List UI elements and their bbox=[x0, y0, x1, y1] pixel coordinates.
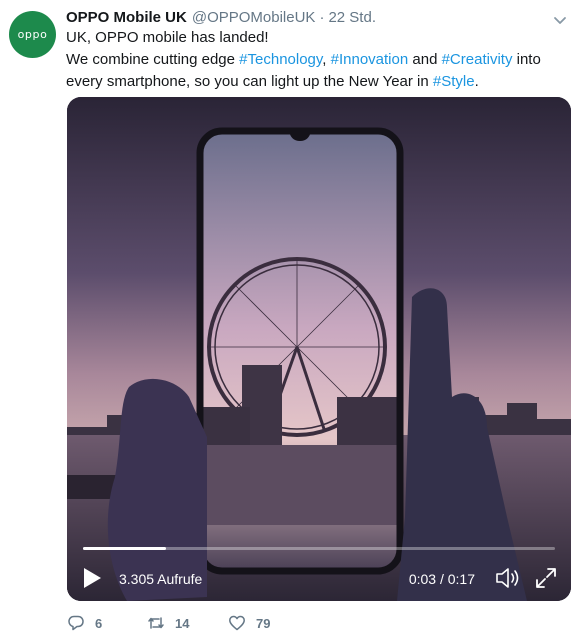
hashtag-innovation[interactable]: #Innovation bbox=[331, 51, 409, 68]
heart-icon bbox=[229, 615, 245, 631]
retweet-button[interactable]: 14 bbox=[147, 614, 189, 632]
retweet-count: 14 bbox=[175, 615, 190, 631]
progress-fill bbox=[83, 547, 166, 550]
hashtag-creativity[interactable]: #Creativity bbox=[442, 51, 513, 68]
text-fragment: and bbox=[408, 51, 442, 68]
video-player[interactable]: 3.305 Aufrufe 0:03 / 0:17 bbox=[67, 97, 571, 601]
hashtag-technology[interactable]: #Technology bbox=[239, 51, 322, 68]
text-fragment: We combine cutting edge bbox=[66, 51, 240, 68]
tweet-time[interactable]: 22 Std. bbox=[328, 9, 376, 26]
avatar[interactable]: oppo bbox=[9, 11, 56, 58]
text-fragment: . bbox=[474, 73, 479, 90]
account-handle[interactable]: @OPPOMobileUK bbox=[192, 9, 316, 26]
tweet-text: UK, OPPO mobile has landed! We combine c… bbox=[66, 27, 566, 93]
separator: · bbox=[319, 9, 325, 26]
progress-bar[interactable] bbox=[83, 547, 555, 550]
text-fragment: , bbox=[322, 51, 331, 68]
fullscreen-icon[interactable] bbox=[534, 566, 558, 590]
chevron-down-icon[interactable] bbox=[552, 12, 568, 28]
timecode: 0:03 / 0:17 bbox=[408, 571, 475, 587]
account-name[interactable]: OPPO Mobile UK bbox=[66, 9, 187, 26]
reply-button[interactable]: 6 bbox=[67, 614, 102, 632]
hashtag-style[interactable]: #Style bbox=[433, 73, 475, 90]
view-count: 3.305 Aufrufe bbox=[119, 571, 203, 587]
retweet-icon bbox=[148, 617, 164, 629]
tweet-header: OPPO Mobile UK @OPPOMobileUK · 22 Std. bbox=[66, 9, 552, 29]
reply-count: 6 bbox=[95, 615, 103, 631]
play-icon[interactable] bbox=[81, 566, 103, 590]
like-count: 79 bbox=[256, 615, 271, 631]
tweet: oppo OPPO Mobile UK @OPPOMobileUK · 22 S… bbox=[0, 0, 582, 638]
video-frame bbox=[67, 97, 571, 601]
oppo-logo: oppo bbox=[17, 28, 48, 41]
like-button[interactable]: 79 bbox=[228, 614, 270, 632]
reply-icon bbox=[68, 615, 84, 631]
tweet-line-1: UK, OPPO mobile has landed! bbox=[66, 29, 269, 46]
volume-muted-icon[interactable] bbox=[495, 566, 521, 590]
tweet-line-2: We combine cutting edge #Technology, #In… bbox=[66, 49, 566, 93]
